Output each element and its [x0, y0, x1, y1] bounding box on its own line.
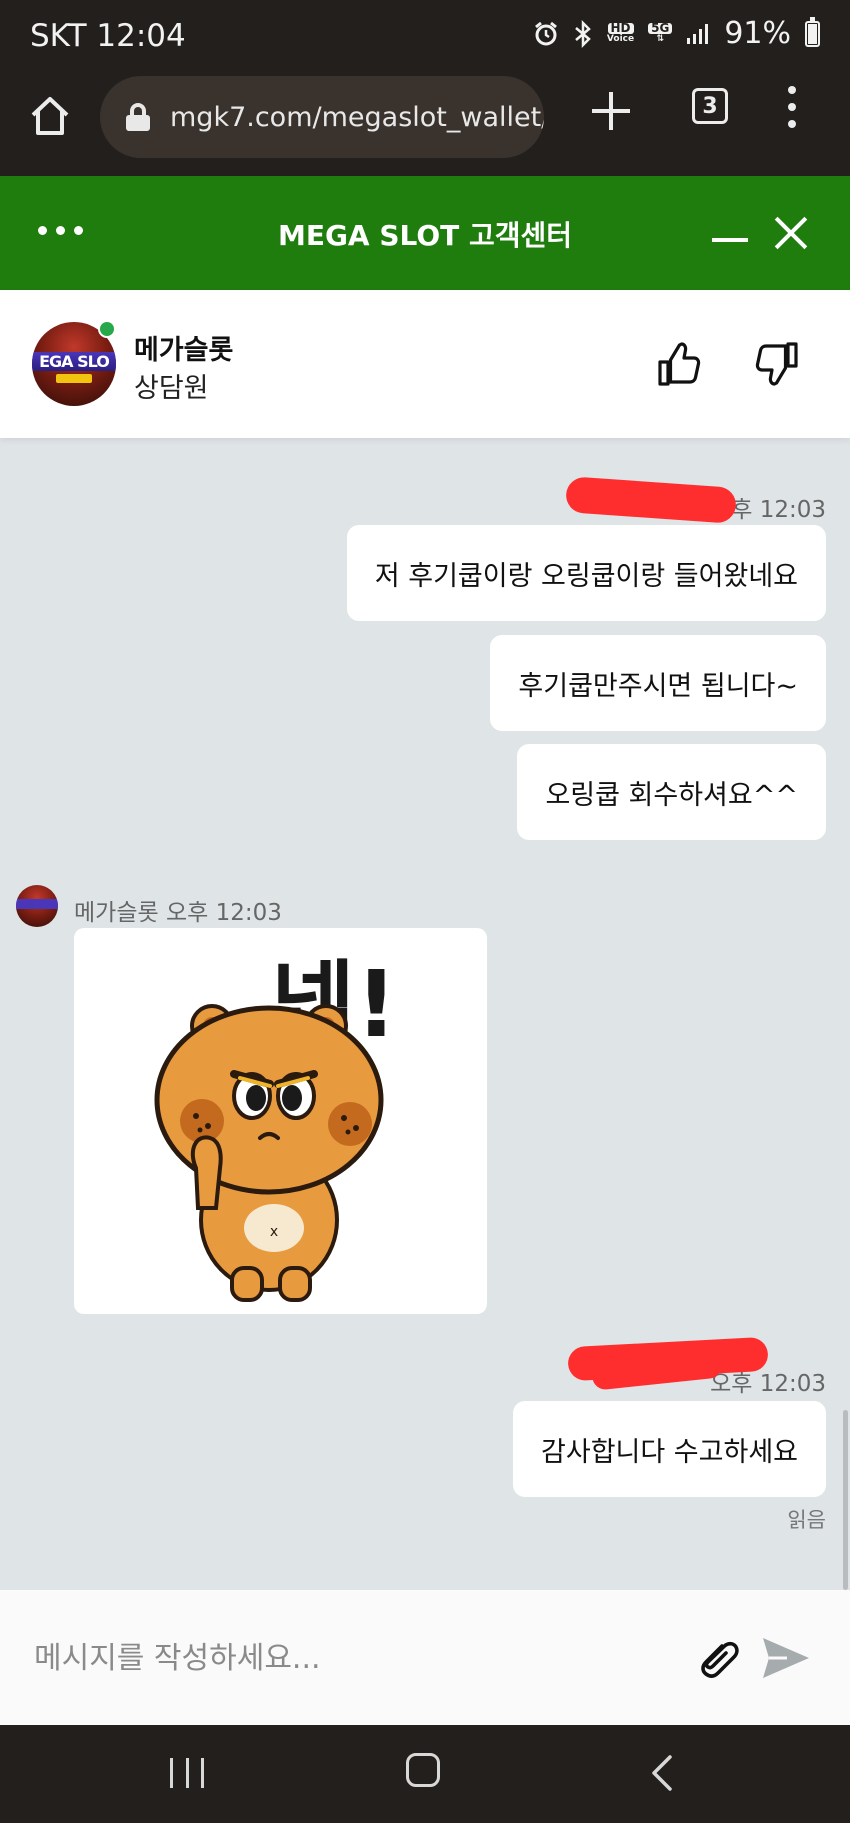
avatar-logo-text: EGA SLO: [32, 352, 116, 371]
outgoing-message: 저 후기쿱이랑 오링쿱이랑 들어왔네요: [346, 525, 826, 621]
url-text: mgk7.com/megaslot_wallet/m: [170, 101, 544, 133]
system-nav-bar: [0, 1725, 850, 1823]
bear-sticker-image: 넵! x: [154, 951, 397, 1302]
lock-icon: [126, 103, 150, 131]
signal-icon: [686, 22, 710, 46]
agent-name: 메가슬롯: [134, 335, 234, 366]
send-icon[interactable]: [760, 1634, 812, 1682]
thumbs-down-icon[interactable]: [752, 340, 800, 388]
online-status-dot: [98, 320, 116, 338]
address-bar[interactable]: mgk7.com/megaslot_wallet/m: [100, 76, 544, 158]
alarm-icon: [533, 21, 559, 47]
message-input-bar: [0, 1590, 850, 1725]
agent-avatar-small: [16, 885, 58, 927]
close-icon[interactable]: [770, 212, 812, 254]
incoming-meta: 메가슬롯 오후 12:03: [74, 900, 282, 926]
home-icon[interactable]: [406, 1753, 440, 1787]
status-time: SKT 12:04: [30, 18, 186, 54]
minimize-icon[interactable]: [712, 238, 748, 242]
read-receipt: 읽음: [787, 1508, 826, 1532]
message-list[interactable]: 오후 12:03 저 후기쿱이랑 오링쿱이랑 들어왔네요 후기쿱만주시면 됩니다…: [0, 438, 850, 1590]
chat-header: MEGA SLOT 고객센터: [0, 176, 850, 290]
outgoing-message: 감사합니다 수고하세요: [513, 1401, 826, 1497]
browser-home-icon[interactable]: [28, 94, 72, 138]
redaction-mark: [564, 476, 738, 524]
thumbs-up-icon[interactable]: [656, 340, 704, 388]
svg-text:x: x: [270, 1224, 278, 1240]
new-tab-button[interactable]: [588, 88, 634, 134]
attachment-icon[interactable]: [692, 1634, 740, 1682]
battery-percent: 91%: [724, 16, 791, 51]
outgoing-message: 후기쿱만주시면 됩니다~: [490, 635, 826, 731]
hd-voice-icon: HD Voice: [606, 20, 635, 44]
recent-apps-icon[interactable]: [170, 1758, 204, 1788]
battery-icon: [805, 16, 820, 47]
message-input[interactable]: [34, 1628, 654, 1688]
back-icon[interactable]: [648, 1755, 678, 1791]
5g-icon: 5G ⇅: [648, 22, 673, 45]
tab-count-button[interactable]: 3: [692, 88, 728, 124]
chat-title: MEGA SLOT 고객센터: [277, 219, 573, 252]
agent-role: 상담원: [134, 373, 209, 404]
status-bar: SKT 12:04 HD Voice 5G ⇅ 91%: [0, 0, 850, 74]
outgoing-message: 오링쿱 회수하셔요^^: [517, 744, 826, 840]
bluetooth-icon: [573, 19, 593, 48]
status-icons: HD Voice 5G ⇅ 91%: [533, 16, 820, 51]
sticker-message[interactable]: 넵! x: [74, 928, 487, 1314]
scrollbar-thumb[interactable]: [843, 1410, 848, 1590]
browser-toolbar: mgk7.com/megaslot_wallet/m 3: [0, 74, 850, 176]
browser-more-icon[interactable]: [786, 86, 798, 128]
agent-bar: EGA SLO 메가슬롯 상담원: [0, 290, 850, 438]
